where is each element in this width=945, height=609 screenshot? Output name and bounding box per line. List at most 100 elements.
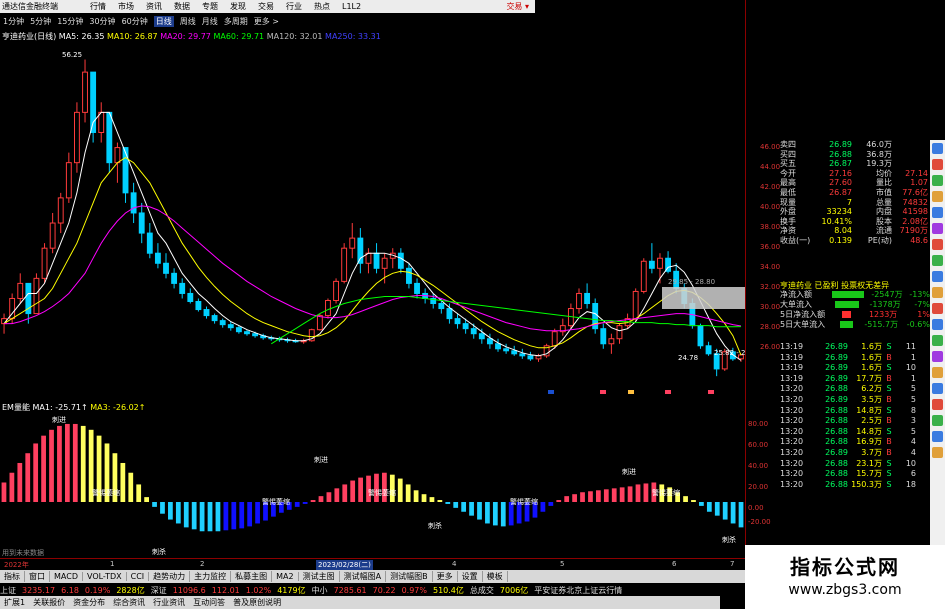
candle[interactable]	[211, 315, 218, 322]
candle[interactable]	[478, 333, 485, 340]
tab-test-main[interactable]: 测试主图	[299, 571, 340, 582]
candle[interactable]	[74, 111, 80, 164]
candle[interactable]	[33, 277, 40, 315]
tab-more[interactable]: 更多	[433, 571, 458, 582]
candle[interactable]	[406, 267, 412, 284]
toolbar-icon[interactable]	[932, 271, 943, 282]
menu-item-6[interactable]: 发现	[230, 1, 246, 12]
menu-item-5[interactable]: 专题	[202, 1, 218, 12]
candle[interactable]	[17, 282, 24, 299]
candle[interactable]	[705, 345, 712, 355]
idx-name[interactable]: 深证	[151, 585, 167, 596]
candle[interactable]	[333, 280, 339, 301]
candle[interactable]	[584, 292, 591, 305]
sub-tab[interactable]: 资金分布	[73, 597, 105, 608]
candle[interactable]	[397, 252, 404, 269]
event-marker-5[interactable]	[708, 390, 714, 394]
candle[interactable]	[122, 147, 129, 194]
sub-tab[interactable]: 扩展1	[4, 597, 25, 608]
toolbar-icon[interactable]	[932, 223, 943, 234]
toolbar-icon[interactable]	[932, 207, 943, 218]
candle[interactable]	[138, 212, 145, 234]
toolbar-icon[interactable]	[932, 175, 943, 186]
toolbar-icon[interactable]	[932, 303, 943, 314]
indicator-chart[interactable]: 刺进 警惕萎缩 刺杀 警惕萎缩 刺进 警惕萎缩 刺杀 警惕萎缩 刺进 警惕萎缩 …	[0, 412, 745, 557]
sub-tab[interactable]: 行业资讯	[153, 597, 185, 608]
tab-cci[interactable]: CCI	[127, 572, 150, 581]
toolbar-icon[interactable]	[932, 287, 943, 298]
menu-item-4[interactable]: 数据	[174, 1, 190, 12]
sub-tab[interactable]: 综合资讯	[113, 597, 145, 608]
candle[interactable]	[130, 192, 137, 214]
toolbar-icon[interactable]	[932, 335, 943, 346]
tab-private[interactable]: 私募主图	[231, 571, 273, 582]
tab-window[interactable]: 窗口	[25, 571, 50, 582]
toolbar-icon[interactable]	[932, 143, 943, 154]
tf-15min[interactable]: 15分钟	[57, 16, 83, 27]
candle[interactable]	[697, 325, 704, 347]
candle[interactable]	[462, 323, 469, 330]
candle[interactable]	[65, 162, 72, 199]
menu-item-7[interactable]: 交易	[258, 1, 274, 12]
tf-30min[interactable]: 30分钟	[89, 16, 115, 27]
event-marker-4[interactable]	[665, 390, 671, 394]
menu-item-10[interactable]: L1L2	[342, 2, 361, 11]
candle[interactable]	[106, 111, 113, 164]
candle[interactable]	[373, 252, 380, 269]
toolbar-icon[interactable]	[932, 383, 943, 394]
tab-monitor[interactable]: 主力监控	[190, 571, 232, 582]
menu-item-3[interactable]: 资讯	[146, 1, 162, 12]
tab-trend[interactable]: 趋势动力	[149, 571, 191, 582]
candle[interactable]	[503, 348, 510, 352]
candle[interactable]	[219, 320, 226, 326]
tab-ma2[interactable]: MA2	[272, 572, 299, 581]
idx-name[interactable]: 中小	[312, 585, 328, 596]
candle[interactable]	[648, 260, 655, 269]
candle[interactable]	[600, 328, 607, 345]
candle[interactable]	[341, 247, 348, 282]
candle[interactable]	[576, 292, 582, 310]
tf-60min[interactable]: 60分钟	[122, 16, 148, 27]
candle[interactable]	[235, 327, 242, 333]
tf-1min[interactable]: 1分钟	[3, 16, 24, 27]
candle[interactable]	[357, 237, 364, 264]
toolbar-icon[interactable]	[932, 447, 943, 458]
candle[interactable]	[640, 260, 647, 292]
tick-list[interactable]: 13:19 26.89 1.6万 S 11 13:19 26.89 1.6万 B 1 13:19 26…	[780, 342, 930, 490]
tab-template[interactable]: 模板	[483, 571, 508, 582]
candle[interactable]	[381, 257, 388, 269]
candle[interactable]	[511, 350, 518, 355]
idx-name[interactable]: 上证	[0, 585, 16, 596]
candle[interactable]	[527, 355, 534, 360]
candle[interactable]	[616, 325, 623, 340]
tf-multi[interactable]: 多周期	[224, 16, 248, 27]
candle[interactable]	[252, 333, 259, 337]
candle[interactable]	[41, 247, 48, 279]
tf-weekly[interactable]: 周线	[180, 16, 196, 27]
trade-button[interactable]: 交易 ▾	[506, 1, 529, 12]
candle[interactable]	[244, 331, 250, 335]
candle[interactable]	[179, 282, 186, 294]
tab-vol[interactable]: VOL-TDX	[83, 572, 127, 581]
candle[interactable]	[486, 338, 493, 345]
candle[interactable]	[519, 353, 526, 357]
tab-test-a[interactable]: 测试幅图A	[340, 571, 387, 582]
tab-indicator[interactable]: 指标	[0, 571, 25, 582]
tab-settings[interactable]: 设置	[458, 571, 483, 582]
candle[interactable]	[551, 331, 558, 347]
menu-item-8[interactable]: 行业	[286, 1, 302, 12]
candle[interactable]	[325, 299, 331, 317]
event-marker-1[interactable]	[548, 390, 554, 394]
candle[interactable]	[146, 232, 153, 254]
event-marker-2[interactable]	[600, 390, 606, 394]
toolbar-icon[interactable]	[932, 415, 943, 426]
toolbar-icon[interactable]	[932, 239, 943, 250]
toolbar-icon[interactable]	[932, 159, 943, 170]
candle[interactable]	[438, 303, 445, 310]
toolbar-icon[interactable]	[932, 399, 943, 410]
tf-5min[interactable]: 5分钟	[30, 16, 51, 27]
candle[interactable]	[446, 308, 453, 320]
candle[interactable]	[316, 315, 323, 331]
candle[interactable]	[98, 111, 105, 133]
toolbar-icon[interactable]	[932, 255, 943, 266]
